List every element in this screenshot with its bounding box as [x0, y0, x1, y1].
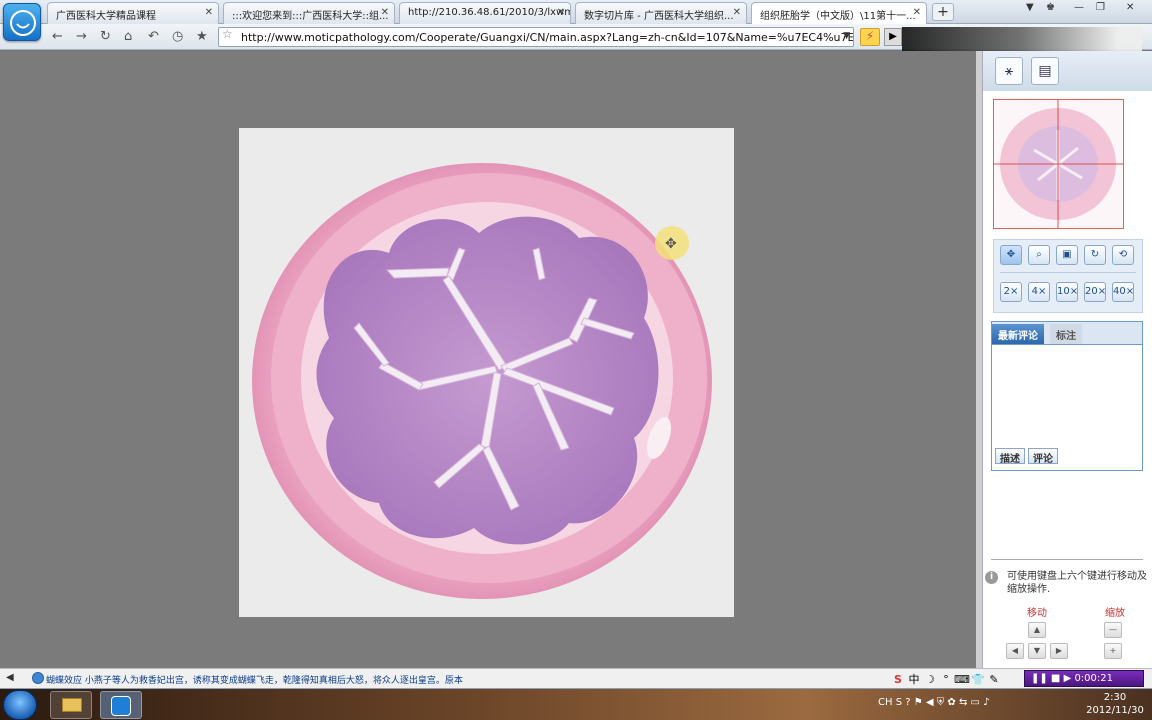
- comments-panel: 最新评论 标注 描述 评论: [991, 321, 1143, 471]
- move-right-key[interactable]: ▶: [1050, 643, 1068, 659]
- maximize-icon[interactable]: ❐: [1096, 2, 1105, 13]
- tab-latest-comments[interactable]: 最新评论: [992, 324, 1044, 344]
- moon-icon[interactable]: ☽: [922, 673, 938, 686]
- recorder-time: 0:00:21: [1074, 673, 1113, 684]
- zoom-tool-icon[interactable]: ⌕: [1028, 245, 1050, 265]
- favorite-icon[interactable]: ★: [196, 29, 208, 44]
- system-clock[interactable]: 2:30 2012/11/30: [1080, 691, 1150, 717]
- new-tab-button[interactable]: +: [932, 3, 954, 21]
- browser-taskbar-icon[interactable]: [100, 691, 142, 719]
- news-icon: [32, 672, 44, 684]
- zoom-out-key[interactable]: —: [1104, 622, 1122, 638]
- pan-tool-icon[interactable]: ✥: [1000, 245, 1022, 265]
- play-icon[interactable]: ▶: [884, 28, 902, 46]
- language-indicator[interactable]: CH: [878, 697, 893, 708]
- viewer-side-panel: ⚹ ▤ ✥ ⌕ ▣ ↻ ⟲ 2× 4× 10× 20× 40× 最新评论 标注 …: [982, 51, 1152, 668]
- zoom-in-key[interactable]: +: [1104, 643, 1122, 659]
- folder-icon: [62, 698, 82, 712]
- zoom-10x-button[interactable]: 10×: [1056, 282, 1078, 302]
- menu-dropdown-icon[interactable]: ▼: [1026, 2, 1034, 13]
- address-bar[interactable]: http://www.moticpathology.com/Cooperate/…: [218, 27, 854, 47]
- system-tray: CH S ? ⚑ ◀ ⛨ ✿ ⇆ ▭ ♪: [878, 697, 990, 708]
- history-icon[interactable]: ◷: [172, 29, 183, 44]
- close-tab-icon[interactable]: ✕: [733, 7, 741, 18]
- close-window-icon[interactable]: ✕: [1126, 2, 1134, 13]
- move-down-key[interactable]: ▼: [1028, 643, 1046, 659]
- bookmark-star-icon[interactable]: ☆: [222, 27, 233, 41]
- punctuation-icon[interactable]: °: [938, 673, 954, 686]
- skin-icon[interactable]: 👕: [970, 673, 986, 686]
- tab-label: 广西医科大学精品课程: [56, 11, 156, 22]
- zoom-2x-button[interactable]: 2×: [1000, 282, 1022, 302]
- rotate-icon[interactable]: ↻: [1084, 245, 1106, 265]
- refresh-icon[interactable]: ↻: [100, 29, 111, 44]
- browser-icon: [111, 696, 131, 716]
- undo-icon[interactable]: ↶: [148, 29, 159, 44]
- toggle-tools-icon[interactable]: ⚹: [995, 57, 1023, 85]
- explorer-taskbar-icon[interactable]: [50, 691, 92, 719]
- screen-recorder-widget[interactable]: ❚❚ ■ ▶ 0:00:21: [1024, 670, 1144, 687]
- browser-tab[interactable]: 广西医科大学精品课程 ✕: [47, 2, 219, 24]
- tab-label: http://210.36.48.61/2010/3/lxwm/...: [408, 7, 571, 18]
- zoom-label: 缩放: [1105, 608, 1125, 619]
- skin-icon[interactable]: ♚: [1046, 2, 1055, 13]
- tissue-slide-image[interactable]: ✥: [239, 128, 734, 617]
- keyboard-help-text: 可使用键盘上六个键进行移动及缩放操作.: [1007, 571, 1147, 595]
- zoom-20x-button[interactable]: 20×: [1084, 282, 1106, 302]
- forward-icon[interactable]: →: [76, 29, 87, 44]
- comment-list: [992, 344, 1142, 444]
- status-bar: ◀ 蝴蝶效应 小燕子等人为救香妃出宫，诱称其变成蝴蝶飞走，乾隆得知真相后大怒，将…: [0, 668, 1152, 688]
- move-left-key[interactable]: ◀: [1006, 643, 1024, 659]
- clock-date: 2012/11/30: [1086, 705, 1144, 716]
- zoom-40x-button[interactable]: 40×: [1112, 282, 1134, 302]
- document-icon[interactable]: ▤: [1031, 57, 1059, 85]
- close-tab-icon[interactable]: ✕: [205, 7, 213, 18]
- comment-button[interactable]: 评论: [1028, 448, 1058, 465]
- sidebar-toggle-icon[interactable]: ◀: [6, 672, 14, 683]
- browser-tab[interactable]: 数字切片库 - 广西医科大学组织... ✕: [575, 2, 747, 24]
- reset-icon[interactable]: ⟲: [1112, 245, 1134, 265]
- tool-and-zoom-controls: ✥ ⌕ ▣ ↻ ⟲ 2× 4× 10× 20× 40×: [993, 239, 1143, 313]
- tab-bar: 广西医科大学精品课程 ✕ :::欢迎您来到:::广西医科大学::组... ✕ htt…: [0, 0, 1152, 25]
- browser-tab-active[interactable]: 组织胚胎学（中文版）\11第十一... ✕: [751, 2, 927, 25]
- move-up-key[interactable]: ▲: [1028, 622, 1046, 638]
- browser-logo-icon[interactable]: [3, 3, 41, 41]
- describe-button[interactable]: 描述: [995, 448, 1025, 465]
- browser-tab[interactable]: :::欢迎您来到:::广西医科大学::组... ✕: [223, 2, 395, 24]
- tab-label: 组织胚胎学（中文版）\11第十一...: [760, 11, 916, 22]
- tab-annotations[interactable]: 标注: [1050, 324, 1082, 344]
- tab-label: 数字切片库 - 广西医科大学组织...: [584, 11, 734, 22]
- keyboard-icon[interactable]: ⌨: [954, 673, 970, 686]
- home-icon[interactable]: ⌂: [124, 29, 132, 44]
- browser-tab[interactable]: http://210.36.48.61/2010/3/lxwm/... ✕: [399, 2, 571, 24]
- panel-toolbar: ⚹ ▤: [983, 51, 1152, 91]
- url-text: http://www.moticpathology.com/Cooperate/…: [241, 31, 854, 44]
- tray-icons[interactable]: S ? ⚑ ◀ ⛨ ✿ ⇆ ▭ ♪: [896, 697, 990, 708]
- back-icon[interactable]: ←: [52, 29, 63, 44]
- news-ticker-link[interactable]: 蝴蝶效应 小燕子等人为救香妃出宫，诱称其变成蝴蝶飞走，乾隆得知真相后大怒，将众人…: [46, 673, 463, 686]
- start-button[interactable]: [3, 690, 37, 720]
- input-method-icon[interactable]: S: [890, 673, 906, 686]
- windows-taskbar: CH S ? ⚑ ◀ ⛨ ✿ ⇆ ▭ ♪ 2:30 2012/11/30: [0, 688, 1152, 720]
- divider: [991, 559, 1143, 560]
- divider: [1000, 272, 1136, 273]
- comment-tabs: 最新评论 标注: [992, 322, 1142, 344]
- move-label: 移动: [1027, 608, 1047, 619]
- close-tab-icon[interactable]: ✕: [557, 7, 565, 18]
- svg-text:✥: ✥: [665, 236, 677, 252]
- url-dropdown-icon[interactable]: ▼: [843, 31, 850, 41]
- region-zoom-icon[interactable]: ▣: [1056, 245, 1078, 265]
- minimize-icon[interactable]: —: [1074, 2, 1084, 13]
- close-tab-icon[interactable]: ✕: [913, 7, 921, 18]
- status-tools: S 中 ☽ ° ⌨👕 ✎: [890, 671, 1002, 687]
- chinese-mode-icon[interactable]: 中: [906, 671, 922, 687]
- tools-icon[interactable]: ✎: [986, 673, 1002, 686]
- speed-mode-icon[interactable]: ⚡: [860, 28, 880, 46]
- clock-time: 2:30: [1103, 692, 1127, 703]
- close-tab-icon[interactable]: ✕: [381, 7, 389, 18]
- slide-overview-thumbnail[interactable]: [993, 99, 1124, 229]
- zoom-4x-button[interactable]: 4×: [1028, 282, 1050, 302]
- tab-label: :::欢迎您来到:::广西医科大学::组...: [232, 11, 389, 22]
